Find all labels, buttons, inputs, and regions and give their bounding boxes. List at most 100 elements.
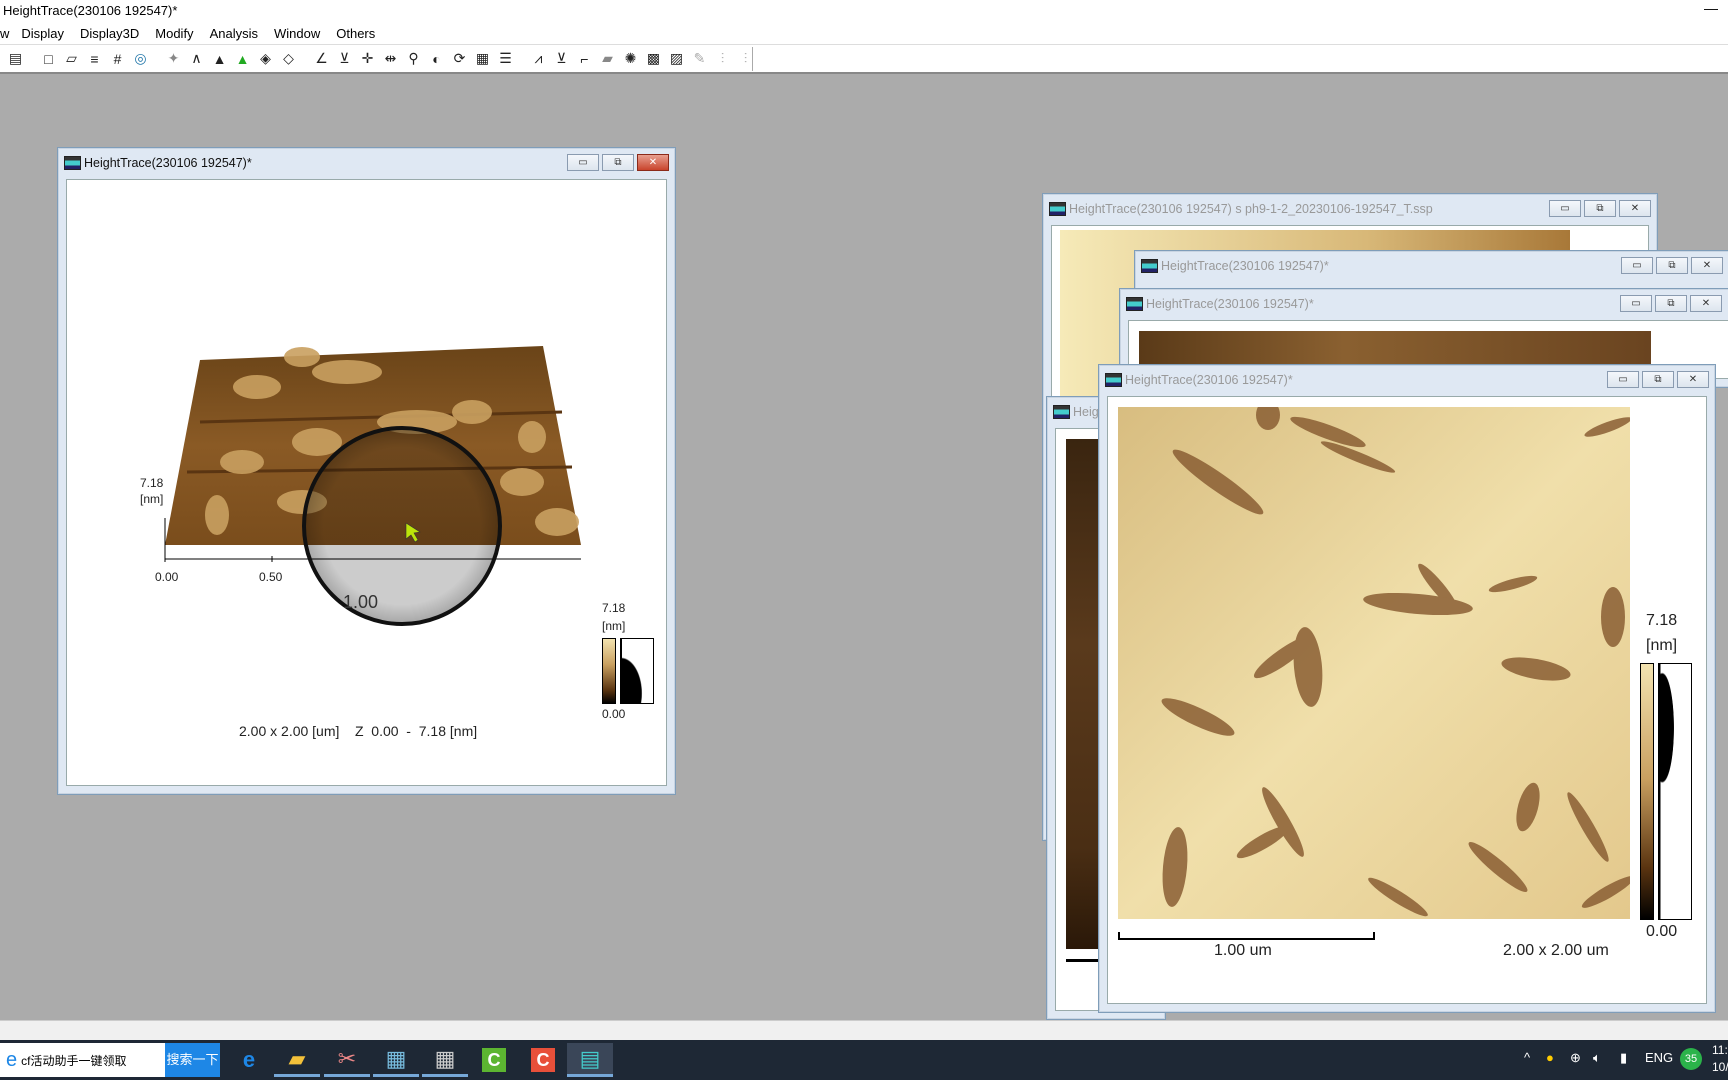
search-text: cf活动助手一键领取 <box>21 1053 127 1068</box>
minimize-button[interactable]: ▭ <box>1621 257 1653 274</box>
minimize-button[interactable]: ▭ <box>1620 295 1652 312</box>
menu-modify[interactable]: Modify <box>147 26 201 41</box>
window-title: HeightTrace(230106 192547)* <box>1125 373 1293 387</box>
spm-file-icon <box>1126 297 1143 311</box>
afm-height-image <box>1118 407 1630 919</box>
clock-date[interactable]: 10/ <box>1712 1060 1728 1074</box>
split-arrows-icon[interactable]: ⇹ <box>379 50 402 67</box>
edge-icon[interactable]: e <box>226 1043 272 1077</box>
checker-icon[interactable]: ▩ <box>642 50 665 67</box>
z-axis-max-label: 7.18 <box>140 476 164 490</box>
histogram-a-icon[interactable]: ⫶ <box>711 50 734 67</box>
spm-file-icon <box>1049 202 1066 216</box>
slope-icon[interactable]: ⊻ <box>550 50 573 67</box>
profile-icon[interactable]: ⩘ <box>527 50 550 67</box>
window-title: Heig <box>1073 405 1099 419</box>
height-histogram <box>1658 663 1692 920</box>
microphone-icon[interactable]: ▮ <box>1620 1050 1627 1066</box>
sparkle-icon[interactable]: ✦ <box>162 50 185 67</box>
menu-display3d[interactable]: Display3D <box>72 26 147 41</box>
colorbar <box>1640 663 1654 920</box>
window-title: HeightTrace(230106 192547)* <box>1146 297 1314 311</box>
minimize-button[interactable]: ▭ <box>1607 371 1639 388</box>
close-button[interactable]: ✕ <box>1677 371 1709 388</box>
x-tick-2: 1.00 <box>343 592 379 612</box>
tray-plus-icon[interactable]: ● <box>1546 1050 1554 1065</box>
peak-outline-icon[interactable]: ∧ <box>185 50 208 67</box>
menu-view[interactable]: w <box>0 26 13 41</box>
app-title: HeightTrace(230106 192547)* <box>3 3 178 18</box>
angle-measure-icon[interactable]: ∠ <box>310 50 333 67</box>
minimize-app-button[interactable]: — <box>1704 0 1718 16</box>
spm-viewer-icon[interactable]: ▤ <box>567 1043 613 1077</box>
x-tick-0: 0.00 <box>155 570 179 584</box>
sketch-tool-icon[interactable]: ▦ <box>373 1043 419 1077</box>
calculator-icon[interactable]: ▦ <box>422 1043 468 1077</box>
pin-icon[interactable]: ✎ <box>688 50 711 67</box>
3d-view-canvas: 7.18 [nm] 0.00 0.50 1.00 7.18 [nm] 0.00 … <box>66 179 667 786</box>
window-title: HeightTrace(230106 192547)* <box>84 156 252 170</box>
file-explorer-icon[interactable]: ▰ <box>274 1043 320 1077</box>
restore-button[interactable]: ⧉ <box>602 154 634 171</box>
zoom-icon[interactable]: ⚲ <box>402 50 425 67</box>
restore-button[interactable]: ⧉ <box>1655 295 1687 312</box>
camtasia-green-icon[interactable]: C <box>471 1043 517 1077</box>
histogram-b-icon[interactable]: ⫶ <box>734 50 757 67</box>
x-tick-1: 0.50 <box>259 570 283 584</box>
rectangle-icon[interactable]: □ <box>37 51 60 67</box>
lines-icon[interactable]: ☰ <box>494 50 517 67</box>
list-lines-icon[interactable]: ≡ <box>83 51 106 67</box>
close-button[interactable]: ✕ <box>1690 295 1722 312</box>
window-3d-view[interactable]: HeightTrace(230106 192547)* ▭ ⧉ ✕ 7.18 [nm… <box>57 147 676 795</box>
restore-button[interactable]: ⧉ <box>1656 257 1688 274</box>
flatten-icon[interactable]: ▰ <box>596 50 619 67</box>
minimize-button[interactable]: ▭ <box>1549 200 1581 217</box>
cross-arrows-icon[interactable]: ✛ <box>356 50 379 67</box>
clock-time[interactable]: 11: <box>1712 1043 1728 1057</box>
spm-file-icon <box>1105 373 1122 387</box>
menu-others[interactable]: Others <box>328 26 383 41</box>
mesh-outline-icon[interactable]: ◇ <box>277 50 300 67</box>
checker-alt-icon[interactable]: ▨ <box>665 50 688 67</box>
window-2d-image[interactable]: HeightTrace(230106 192547)* ▭ ⧉ ✕ 7.18 [nm… <box>1098 364 1716 1013</box>
level-icon[interactable]: ⊻ <box>333 50 356 67</box>
menu-display[interactable]: Display <box>13 26 72 41</box>
grid-table-icon[interactable]: ▦ <box>471 50 494 67</box>
spm-file-icon <box>1053 405 1070 419</box>
toolbar-divider <box>752 47 753 71</box>
notification-badge[interactable]: 35 <box>1680 1048 1702 1070</box>
taskbar-search-box[interactable]: e cf活动助手一键领取 <box>0 1043 165 1077</box>
camtasia-red-icon[interactable]: C <box>520 1043 566 1077</box>
contrast-icon[interactable]: ◐ <box>425 51 448 67</box>
restore-button[interactable]: ⧉ <box>1584 200 1616 217</box>
network-icon[interactable]: ⊕ <box>1570 1050 1581 1066</box>
refresh-icon[interactable]: ⟳ <box>448 50 471 67</box>
grid-hash-icon[interactable]: # <box>106 51 129 67</box>
toolbar: ▤ □ ▱ ≡ # ◎ ✦ ∧ ▲ ▲ ◈ ◇ ∠ ⊻ ✛ ⇹ ⚲ ◐ ⟳ ▦ … <box>0 44 1728 74</box>
menu-analysis[interactable]: Analysis <box>202 26 266 41</box>
mesh-icon[interactable]: ◈ <box>254 50 277 67</box>
menu-window[interactable]: Window <box>266 26 328 41</box>
magnifier-lens <box>302 426 502 626</box>
peak-color-icon[interactable]: ▲ <box>231 51 254 67</box>
parallelogram-icon[interactable]: ▱ <box>60 50 83 67</box>
peak-dark-icon[interactable]: ▲ <box>208 51 231 67</box>
window-title: HeightTrace(230106 192547)* <box>1161 259 1329 273</box>
input-language[interactable]: ENG <box>1645 1050 1673 1065</box>
colorbar-min: 0.00 <box>1646 923 1678 940</box>
volume-icon[interactable]: 🔈︎ <box>1593 1050 1601 1066</box>
print-preview-icon[interactable]: ▤ <box>4 50 27 67</box>
colorbar <box>602 638 616 704</box>
close-button[interactable]: ✕ <box>1691 257 1723 274</box>
tray-expand-icon[interactable]: ^ <box>1524 1050 1530 1065</box>
minimize-button[interactable]: ▭ <box>567 154 599 171</box>
search-button[interactable]: 搜索一下 <box>165 1043 220 1077</box>
contour-icon[interactable]: ◎ <box>129 50 152 67</box>
restore-button[interactable]: ⧉ <box>1642 371 1674 388</box>
close-button[interactable]: ✕ <box>637 154 669 171</box>
close-button[interactable]: ✕ <box>1619 200 1651 217</box>
menu-bar: w Display Display3D Modify Analysis Wind… <box>0 22 1728 44</box>
step-icon[interactable]: ⌐ <box>573 51 596 67</box>
snip-icon[interactable]: ✂ <box>324 1043 370 1077</box>
target-icon[interactable]: ✺ <box>619 50 642 67</box>
